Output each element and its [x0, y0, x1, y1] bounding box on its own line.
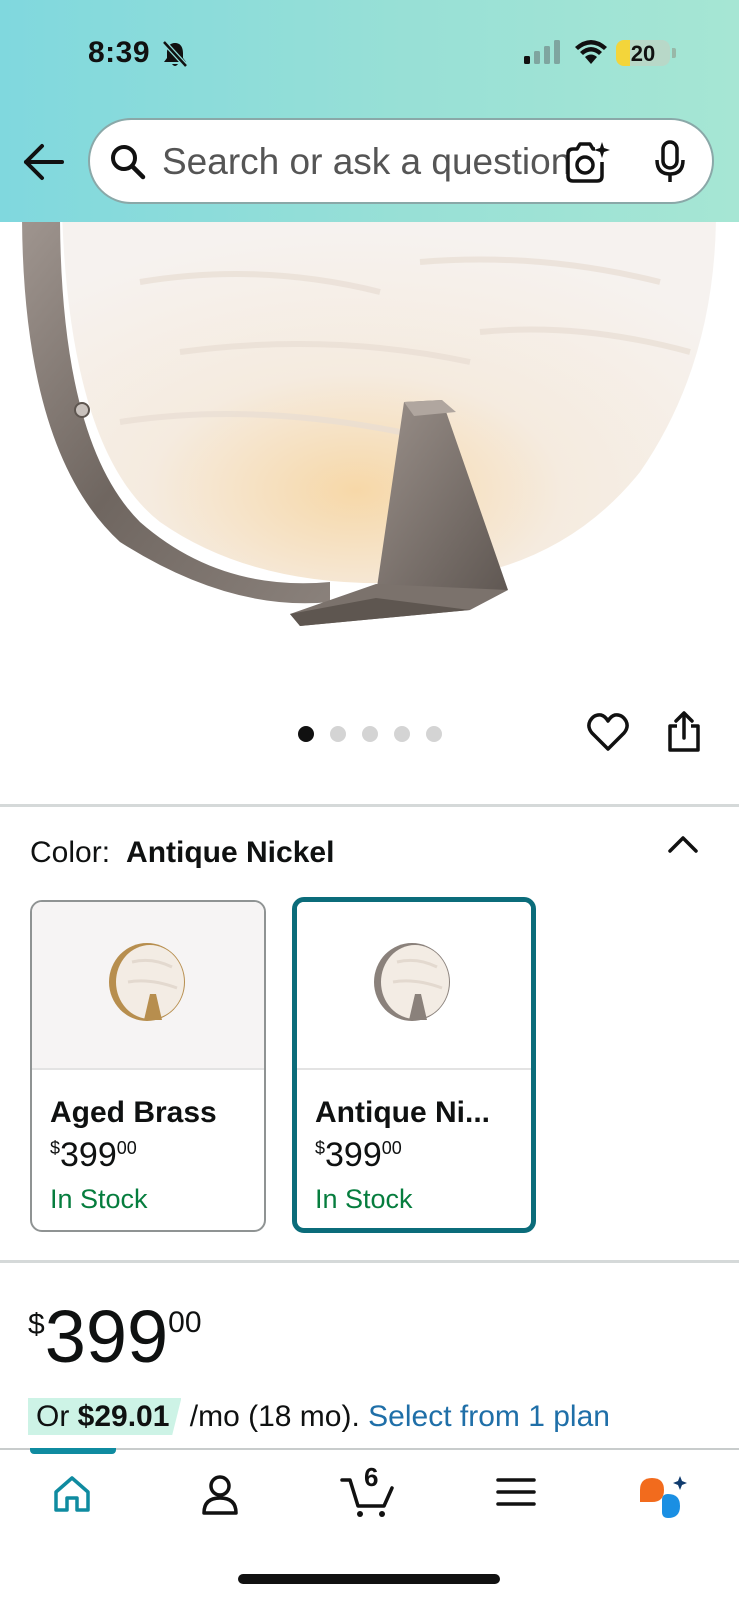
battery-indicator: 20	[616, 40, 670, 66]
variant-thumbnail	[297, 902, 531, 1070]
selected-color: Antique Nickel	[126, 836, 335, 869]
share-button[interactable]	[666, 710, 702, 759]
person-icon	[202, 1475, 238, 1515]
pagination-dot[interactable]	[330, 726, 346, 742]
variant-card-aged-brass[interactable]: Aged Brass $39900 In Stock	[30, 900, 266, 1232]
nav-home[interactable]	[52, 1474, 92, 1519]
installment-highlight: Or $29.01	[28, 1398, 182, 1435]
variant-stock-status: In Stock	[315, 1184, 413, 1214]
active-tab-indicator	[30, 1448, 116, 1454]
nav-rufus-assistant[interactable]	[636, 1474, 688, 1525]
cellular-signal-icon	[524, 40, 560, 69]
cart-count-badge: 6	[364, 1462, 379, 1492]
share-icon	[668, 711, 700, 752]
pagination-dot[interactable]	[362, 726, 378, 742]
status-time: 8:39	[88, 36, 151, 69]
color-label: Color:	[30, 836, 111, 869]
variant-name: Antique Ni...	[315, 1096, 490, 1129]
pagination-dot[interactable]	[426, 726, 442, 742]
color-selector-header: Color: Antique Nickel	[30, 836, 334, 870]
variant-price: $39900	[315, 1136, 402, 1174]
microphone-icon[interactable]	[654, 140, 686, 189]
header: 8:39 20	[0, 0, 739, 222]
arrow-left-icon	[24, 144, 64, 180]
select-plan-link[interactable]: Select from 1 plan	[368, 1400, 610, 1433]
home-indicator[interactable]	[238, 1574, 500, 1584]
collapse-button[interactable]	[666, 832, 700, 861]
search-icon	[110, 144, 146, 185]
section-divider	[0, 804, 739, 807]
variant-stock-status: In Stock	[50, 1184, 148, 1214]
variant-card-antique-nickel[interactable]: Antique Ni... $39900 In Stock	[292, 897, 536, 1233]
heart-icon	[587, 713, 629, 751]
home-icon	[54, 1476, 90, 1512]
wishlist-button[interactable]	[586, 712, 630, 757]
variant-name: Aged Brass	[50, 1096, 217, 1129]
back-button[interactable]	[20, 138, 68, 186]
ai-assistant-icon	[640, 1476, 687, 1518]
installment-offer: Or $29.01 /mo (18 mo). Select from 1 pla…	[28, 1398, 610, 1435]
product-image[interactable]	[0, 222, 739, 692]
nav-account[interactable]	[200, 1474, 240, 1521]
bell-slash-icon	[162, 40, 188, 73]
product-price: $39900	[28, 1295, 202, 1378]
section-divider	[0, 1260, 739, 1263]
variant-price: $39900	[50, 1136, 137, 1174]
pagination-dot[interactable]	[298, 726, 314, 742]
variant-thumbnail	[32, 902, 264, 1070]
wifi-icon	[574, 38, 608, 69]
chevron-up-icon	[668, 836, 698, 853]
search-bar[interactable]	[88, 118, 714, 204]
nav-menu[interactable]	[496, 1474, 536, 1515]
menu-icon	[496, 1478, 536, 1506]
pagination-dot[interactable]	[394, 726, 410, 742]
camera-lens-icon[interactable]	[564, 140, 610, 189]
